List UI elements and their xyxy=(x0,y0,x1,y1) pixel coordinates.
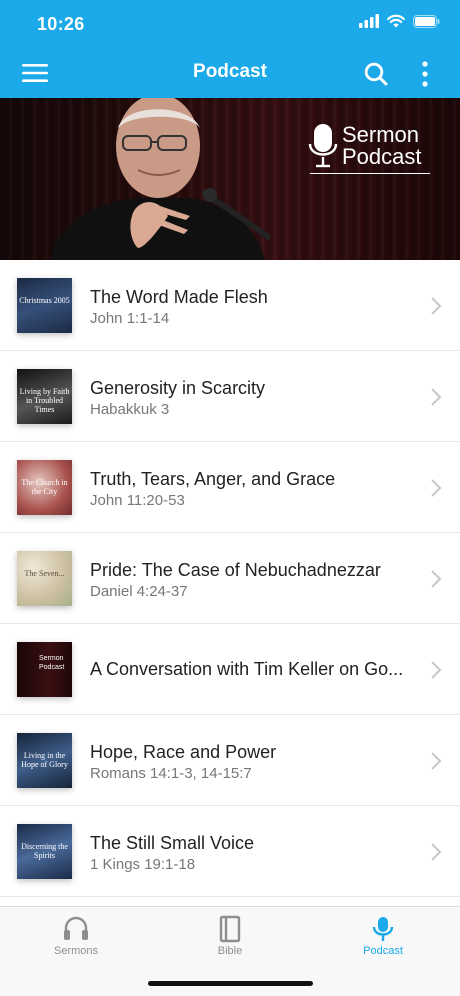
episode-title: The Still Small Voice xyxy=(90,833,255,853)
chevron-right-icon xyxy=(431,479,442,497)
episode-subtitle: 1 Kings 19:1-18 xyxy=(90,856,196,873)
thumbnail-text: Living in the Hope of Glory xyxy=(21,751,68,769)
episode-title: Hope, Race and Power xyxy=(90,742,277,762)
headphones-icon xyxy=(64,916,88,940)
episode-title: A Conversation with Tim Keller on Go... xyxy=(90,659,404,679)
page-title: Podcast xyxy=(193,61,267,82)
podcast-hero-banner: Sermon Podcast xyxy=(0,98,460,260)
signal-icon xyxy=(359,14,379,28)
book-icon xyxy=(219,915,241,943)
episode-thumbnail: Living by Faith in Troubled Times xyxy=(17,369,72,424)
nav-bar: Podcast xyxy=(0,48,460,98)
chevron-right-icon xyxy=(431,661,442,679)
chevron-right-icon xyxy=(431,843,442,861)
tab-sermons[interactable]: Sermons xyxy=(16,907,136,977)
system-icons xyxy=(359,14,440,28)
episode-thumbnail: Christmas 2005 xyxy=(17,278,72,333)
more-options-icon[interactable] xyxy=(418,60,432,88)
battery-icon xyxy=(413,14,440,28)
episode-subtitle: John 1:1-14 xyxy=(90,310,170,327)
episode-row[interactable]: Living by Faith in Troubled Times Genero… xyxy=(0,351,460,442)
chevron-right-icon xyxy=(431,570,442,588)
episode-thumbnail: The Church in the City xyxy=(17,460,72,515)
thumbnail-text: Discerning the Spirits xyxy=(21,842,68,860)
episode-row[interactable]: Sermon Podcast A Conversation with Tim K… xyxy=(0,624,460,715)
episode-title: The Word Made Flesh xyxy=(90,287,268,307)
microphone-logo-icon xyxy=(308,124,338,168)
episode-row[interactable]: Christmas 2005 The Word Made Flesh John … xyxy=(0,260,460,351)
tab-label: Bible xyxy=(217,945,243,957)
tab-label: Podcast xyxy=(363,945,403,957)
episode-thumbnail: The Seven... xyxy=(17,551,72,606)
wifi-icon xyxy=(387,14,405,28)
thumbnail-text: Sermon Podcast xyxy=(39,655,65,671)
episode-subtitle: John 11:20-53 xyxy=(90,492,185,509)
episode-thumbnail: Living in the Hope of Glory xyxy=(17,733,72,788)
thumbnail-text: Living by Faith in Troubled Times xyxy=(19,387,70,414)
episode-list: Christmas 2005 The Word Made Flesh John … xyxy=(0,260,460,897)
home-indicator[interactable] xyxy=(148,981,313,986)
episode-subtitle: Habakkuk 3 xyxy=(90,401,170,418)
search-icon[interactable] xyxy=(363,61,389,87)
episode-row[interactable]: Living in the Hope of Glory Hope, Race a… xyxy=(0,715,460,806)
tab-bible[interactable]: Bible xyxy=(170,907,290,977)
microphone-icon xyxy=(372,917,394,941)
chevron-right-icon xyxy=(431,388,442,406)
episode-row[interactable]: The Seven... Pride: The Case of Nebuchad… xyxy=(0,533,460,624)
thumbnail-text: Christmas 2005 xyxy=(19,296,70,305)
episode-title: Pride: The Case of Nebuchadnezzar xyxy=(90,560,381,580)
logo-line-podcast: Podcast xyxy=(342,144,422,169)
speaker-image xyxy=(50,98,270,260)
episode-row[interactable]: The Church in the City Truth, Tears, Ang… xyxy=(0,442,460,533)
thumbnail-text: The Church in the City xyxy=(21,478,68,496)
episode-title: Generosity in Scarcity xyxy=(90,378,266,398)
status-bar: 10:26 xyxy=(0,0,460,48)
status-time: 10:26 xyxy=(37,14,85,34)
logo-text: Sermon Podcast xyxy=(342,124,422,168)
thumbnail-text: The Seven... xyxy=(24,569,65,578)
logo-line-sermon: Sermon xyxy=(342,122,420,147)
tab-label: Sermons xyxy=(53,945,99,957)
episode-thumbnail: Sermon Podcast xyxy=(17,642,72,697)
tab-podcast[interactable]: Podcast xyxy=(323,907,443,977)
episode-thumbnail: Discerning the Spirits xyxy=(17,824,72,879)
logo-underline xyxy=(310,173,430,174)
episode-title: Truth, Tears, Anger, and Grace xyxy=(90,469,336,489)
sermon-podcast-logo: Sermon Podcast xyxy=(308,122,433,178)
chevron-right-icon xyxy=(431,752,442,770)
episode-row[interactable]: Discerning the Spirits The Still Small V… xyxy=(0,806,460,897)
chevron-right-icon xyxy=(431,297,442,315)
episode-subtitle: Daniel 4:24-37 xyxy=(90,583,188,600)
episode-subtitle: Romans 14:1-3, 14-15:7 xyxy=(90,765,252,782)
